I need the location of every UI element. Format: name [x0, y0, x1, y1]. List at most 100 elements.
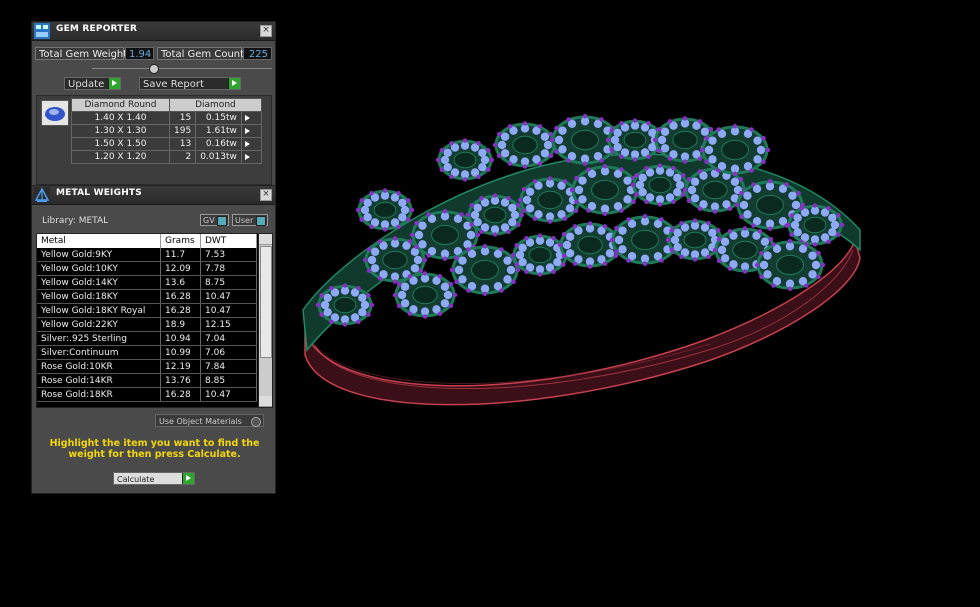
prong	[749, 168, 754, 173]
gv-toggle[interactable]: GV	[200, 214, 229, 226]
gem-stone	[370, 264, 380, 273]
prong	[319, 293, 324, 298]
gem-table-row[interactable]: 1.20 X 1.20 2 0.013tw	[71, 150, 262, 164]
gem-table-row[interactable]: 1.40 X 1.40 15 0.15tw	[71, 111, 262, 125]
metal-weights-close-button[interactable]: ×	[260, 189, 272, 201]
metal-row[interactable]: Yellow Gold:18KY 16.28 10.47	[37, 289, 257, 304]
setting-center	[431, 224, 459, 246]
metal-row[interactable]: Rose Gold:18KR 16.28 10.47	[37, 387, 257, 402]
metal-list-scrollbar[interactable]	[258, 234, 272, 407]
gem-size-slider-track[interactable]	[92, 68, 272, 69]
prong	[574, 199, 579, 205]
gem-stone	[440, 282, 450, 291]
gem-stone	[543, 140, 553, 150]
save-report-button[interactable]: Save Report	[139, 77, 241, 90]
gem-row-go-button[interactable]	[240, 124, 262, 138]
prong	[761, 159, 766, 165]
prong	[418, 268, 424, 273]
prong	[476, 140, 481, 146]
metal-weights-list[interactable]: Metal Grams DWT Yellow Gold:9KY 11.7 7.53 …	[36, 233, 273, 408]
use-object-materials-dropdown[interactable]: Use Object Materials	[155, 414, 264, 427]
user-checkbox[interactable]	[256, 216, 266, 226]
gem-stone	[440, 299, 450, 308]
prong	[754, 262, 760, 268]
prong	[486, 167, 491, 172]
gem-weight: 0.013tw	[195, 150, 242, 164]
gem-stone	[708, 155, 717, 164]
gem-row-go-button[interactable]	[240, 111, 262, 125]
prong	[369, 302, 375, 308]
prong	[511, 279, 516, 285]
prong	[329, 285, 334, 291]
gem-stone	[613, 143, 622, 152]
gem-stone	[673, 243, 682, 252]
update-button[interactable]: Update	[64, 77, 121, 90]
update-button-label: Update	[68, 79, 105, 90]
library-label: Library: METAL	[42, 216, 109, 226]
prong	[437, 274, 443, 279]
metal-row[interactable]: Rose Gold:14KR 13.76 8.85	[37, 373, 257, 388]
dwt-column-header[interactable]: DWT	[200, 234, 257, 248]
metal-row[interactable]: Yellow Gold:14KY 13.6 8.75	[37, 275, 257, 290]
gem-row-go-button[interactable]	[240, 137, 262, 151]
setting-center	[631, 229, 659, 251]
metal-row[interactable]: Yellow Gold:22KY 18.9 12.15	[37, 317, 257, 332]
metal-grams: 13.6	[160, 275, 201, 290]
metal-row[interactable]: Yellow Gold:10KY 12.09 7.78	[37, 261, 257, 276]
gem-size-slider-knob[interactable]	[149, 64, 159, 74]
metal-row[interactable]: Yellow Gold:18KY Royal 16.28 10.47	[37, 303, 257, 318]
gem-table-row[interactable]: 1.50 X 1.50 13 0.16tw	[71, 137, 262, 151]
prong	[605, 137, 611, 143]
setting-center	[756, 194, 784, 216]
user-toggle[interactable]: User	[232, 214, 268, 226]
prong	[609, 147, 614, 152]
gem-stone	[443, 163, 452, 172]
gem-row-go-button[interactable]	[240, 150, 262, 164]
3d-viewport[interactable]	[285, 100, 885, 410]
prong	[697, 169, 703, 174]
gem-stone	[828, 213, 837, 222]
setting-center	[412, 285, 438, 305]
scrollbar-thumb[interactable]	[260, 246, 272, 358]
scroll-up-arrow-icon[interactable]	[259, 234, 272, 245]
metal-row[interactable]: Silver:Continuum 10.99 7.06	[37, 345, 257, 360]
prong	[787, 239, 793, 244]
prong	[697, 156, 703, 161]
prong	[492, 193, 498, 198]
prong	[656, 148, 662, 153]
metal-row[interactable]: Yellow Gold:9KY 11.7 7.53	[37, 248, 257, 262]
gem-report-table: Diamond Round Diamond 1.40 X 1.40 15 0.1…	[71, 98, 262, 164]
prong	[599, 117, 604, 122]
prong	[547, 219, 553, 224]
metal-column-header[interactable]: Metal	[37, 234, 161, 248]
gv-checkbox[interactable]	[217, 216, 227, 226]
prong	[522, 164, 528, 169]
gem-weight: 0.16tw	[195, 137, 242, 151]
prong	[738, 177, 744, 182]
grams-column-header[interactable]: Grams	[160, 234, 201, 248]
prong	[561, 262, 566, 267]
calculate-button[interactable]: Calculate	[113, 472, 195, 485]
gem-stone	[670, 235, 680, 245]
prong	[319, 312, 324, 317]
gem-stone	[614, 235, 624, 245]
gem-reporter-titlebar[interactable]: GEM REPORTER ×	[32, 22, 275, 41]
gem-table-row[interactable]: 1.30 X 1.30 195 1.61tw	[71, 124, 262, 138]
metal-grams: 18.9	[160, 317, 201, 332]
gem-stone	[759, 260, 769, 270]
scroll-down-arrow-icon[interactable]	[259, 396, 272, 407]
metal-row[interactable]: Silver:.925 Sterling 10.94 7.04	[37, 331, 257, 346]
prong	[537, 272, 543, 277]
gem-stone	[367, 255, 377, 265]
gem-stone	[440, 155, 450, 165]
gem-stone	[763, 270, 772, 279]
gem-reporter-close-button[interactable]: ×	[260, 25, 272, 37]
prong	[759, 250, 764, 256]
prong	[582, 114, 588, 119]
gem-reporter-title: GEM REPORTER	[56, 24, 138, 34]
metal-weights-titlebar[interactable]: METAL WEIGHTS ×	[32, 186, 275, 205]
prong	[826, 239, 831, 245]
metal-grams: 12.19	[160, 359, 201, 374]
metal-row[interactable]: Rose Gold:10KR 12.19 7.84	[37, 359, 257, 374]
prong	[392, 292, 398, 298]
